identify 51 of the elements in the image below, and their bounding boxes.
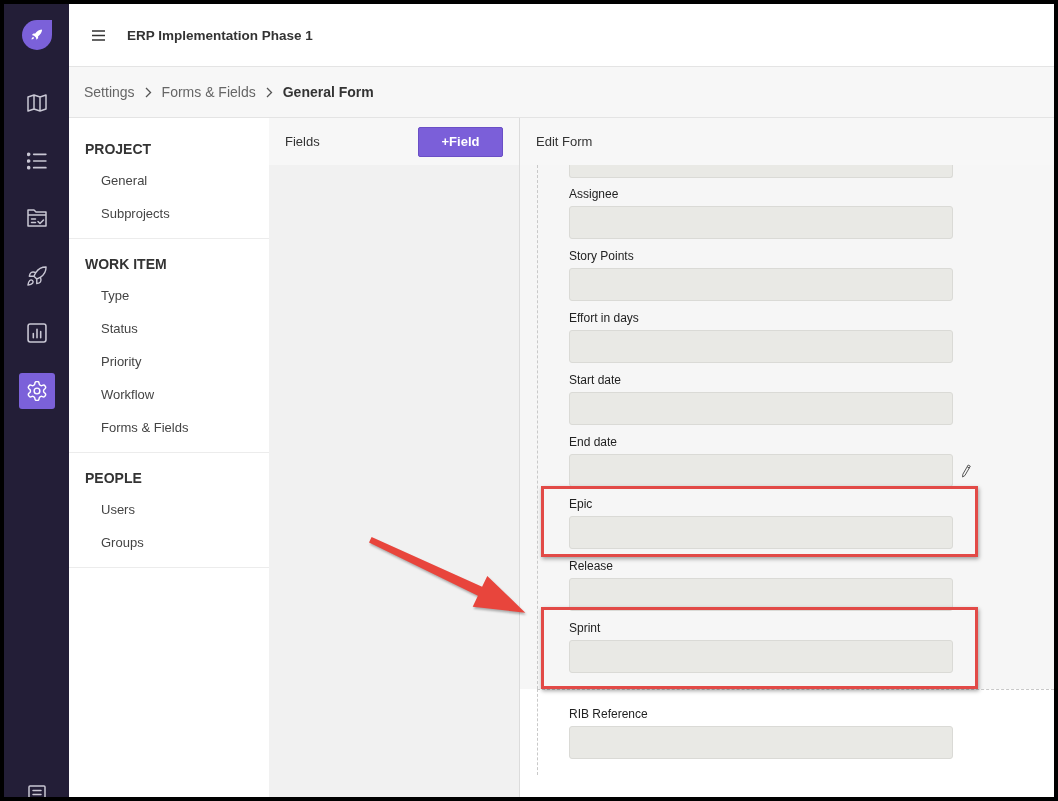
rocket-icon	[26, 265, 47, 286]
field-label: RIB Reference	[569, 706, 648, 722]
menu-item[interactable]: Type	[85, 279, 130, 312]
field-label: Sprint	[569, 620, 601, 636]
breadcrumb-link[interactable]: Forms & Fields	[161, 84, 256, 100]
field-label: Epic	[569, 496, 593, 512]
menu-item[interactable]: Status	[85, 312, 138, 345]
settings-icon	[26, 380, 47, 401]
menu-item[interactable]: Forms & Fields	[85, 411, 189, 444]
menu-icon	[92, 29, 105, 41]
menu-item[interactable]: Workflow	[85, 378, 155, 411]
field-label: Start date	[569, 372, 622, 388]
section-heading: PEOPLE	[85, 469, 142, 488]
field-label: Story Points	[569, 248, 634, 264]
map-icon	[26, 93, 47, 113]
field-label: Effort in days	[569, 310, 639, 326]
project-title: ERP Implementation Phase 1	[127, 27, 313, 43]
rail-button[interactable]	[18, 372, 55, 409]
breadcrumb-link[interactable]: Settings	[84, 84, 135, 100]
menu-item[interactable]: Groups	[85, 526, 144, 559]
input-field[interactable]	[569, 206, 953, 239]
input-field[interactable]	[569, 726, 953, 759]
input-field[interactable]	[569, 165, 953, 178]
input-field[interactable]	[569, 516, 953, 549]
add-field-button[interactable]: +Field	[418, 126, 503, 157]
field-label: Release	[569, 558, 614, 574]
menu-item[interactable]: Subprojects	[85, 197, 170, 230]
input-field[interactable]	[569, 392, 953, 425]
field-label: End date	[569, 434, 618, 450]
folder-check-icon	[26, 208, 47, 228]
logo-icon	[21, 20, 52, 50]
section-heading: WORK ITEM	[85, 255, 167, 274]
input-field[interactable]	[569, 268, 953, 301]
section-heading: PROJECT	[85, 140, 152, 159]
bar-chart-icon	[26, 323, 47, 343]
chevron-right-icon	[144, 86, 152, 98]
panel-title: Edit Form	[536, 134, 593, 149]
input-field[interactable]	[569, 640, 953, 673]
menu-item[interactable]: Users	[85, 493, 135, 526]
input-field[interactable]	[569, 330, 953, 363]
list-icon	[26, 150, 47, 171]
menu-button[interactable]	[90, 27, 107, 43]
menu-item[interactable]: Priority	[85, 345, 142, 378]
panel-title: Fields	[285, 134, 320, 149]
pencil-icon[interactable]	[962, 463, 971, 478]
input-field[interactable]	[569, 454, 953, 487]
document-icon	[27, 785, 46, 797]
breadcrumb-current: General Form	[282, 84, 374, 100]
chevron-right-icon	[265, 86, 273, 98]
menu-item[interactable]: General	[85, 164, 148, 197]
field-label: Assignee	[569, 186, 619, 202]
